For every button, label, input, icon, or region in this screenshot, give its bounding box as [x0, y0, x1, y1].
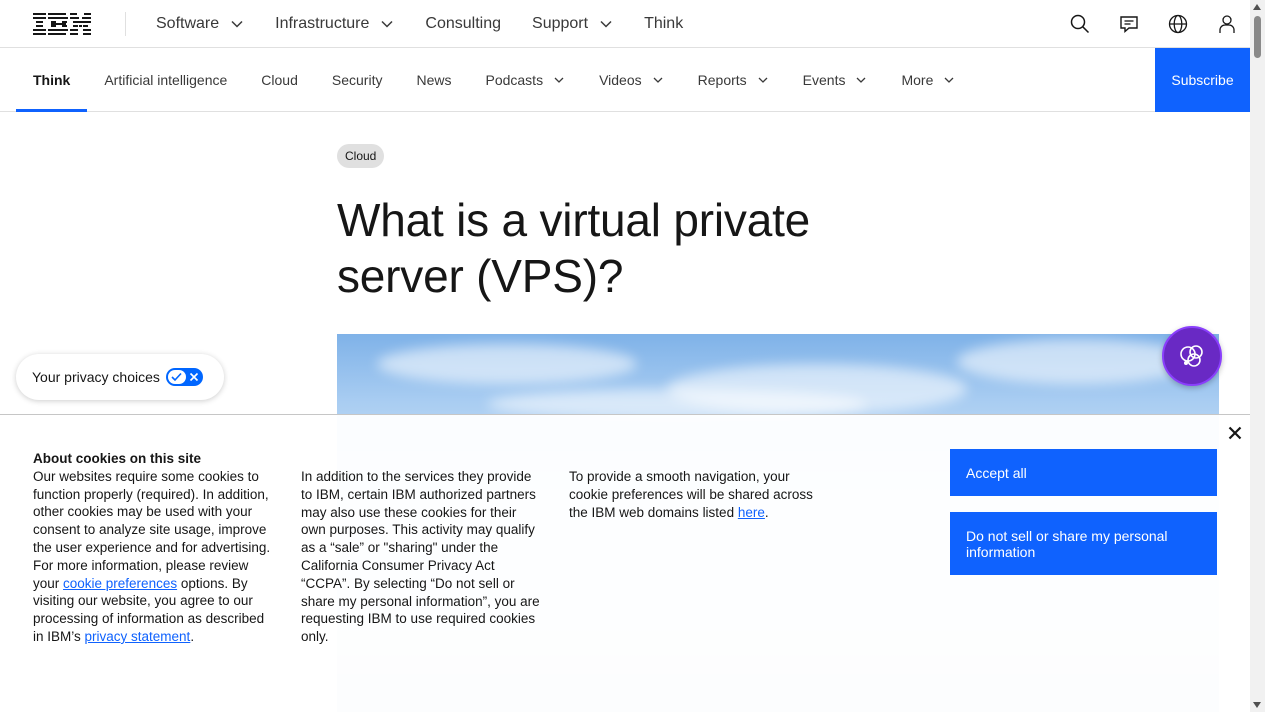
do-not-sell-button[interactable]: Do not sell or share my personal informa… — [950, 512, 1217, 575]
subnav-item-label: Videos — [599, 71, 642, 88]
ibm-logo[interactable] — [33, 13, 91, 35]
globe-icon[interactable] — [1166, 12, 1190, 36]
privacy-choices-button[interactable]: Your privacy choices — [16, 354, 224, 400]
subnav-item-security[interactable]: Security — [315, 48, 400, 111]
masthead-nav: Software Infrastructure Consulting Suppo… — [156, 0, 714, 48]
cookie-preferences-link[interactable]: cookie preferences — [63, 576, 177, 591]
nav-item-software[interactable]: Software — [156, 15, 244, 33]
subnav-item-label: Artificial intelligence — [104, 71, 228, 88]
subnav-item-reports[interactable]: Reports — [681, 48, 786, 111]
masthead: Software Infrastructure Consulting Suppo… — [0, 0, 1250, 48]
hero-cloud — [377, 344, 637, 384]
chevron-down-icon — [758, 77, 768, 83]
nav-item-support[interactable]: Support — [532, 15, 613, 33]
accept-all-button[interactable]: Accept all — [950, 449, 1217, 496]
privacy-toggle-icon — [165, 368, 203, 386]
close-icon[interactable] — [1225, 423, 1245, 443]
subnav-item-label: Events — [802, 71, 846, 88]
category-tag[interactable]: Cloud — [337, 144, 385, 168]
assistant-icon — [1180, 345, 1203, 367]
chevron-down-icon — [600, 20, 612, 28]
chevron-down-icon — [381, 20, 393, 28]
cookie-text-column-2: In addition to the services they provide… — [301, 468, 541, 646]
cookie-heading: About cookies on this site — [33, 451, 202, 466]
subnav-item-label: More — [901, 71, 934, 88]
domains-here-link[interactable]: here — [738, 505, 765, 520]
subnav-item-more[interactable]: More — [884, 48, 972, 111]
subnav-item-label: News — [416, 71, 452, 88]
hero-cloud — [957, 339, 1197, 384]
privacy-statement-link[interactable]: privacy statement — [85, 629, 191, 644]
scrollbar[interactable] — [1250, 0, 1265, 712]
scroll-down-arrow-icon[interactable] — [1253, 702, 1261, 708]
x-icon — [189, 372, 198, 382]
subscribe-button[interactable]: Subscribe — [1155, 48, 1250, 112]
nav-item-think[interactable]: Think — [644, 15, 683, 33]
user-icon[interactable] — [1215, 12, 1239, 36]
chevron-down-icon — [554, 77, 564, 83]
cookie-text: To provide a smooth navigation, your coo… — [569, 469, 813, 520]
chevron-down-icon — [231, 20, 243, 28]
cookie-text: Our websites require some cookies to fun… — [33, 468, 271, 591]
cookie-text: In addition to the services they provide… — [301, 469, 540, 645]
chevron-down-icon — [944, 77, 954, 83]
masthead-divider — [125, 12, 126, 36]
subnav-item-label: Think — [33, 71, 71, 88]
masthead-icons — [1068, 12, 1264, 36]
secondary-nav-items: Think Artificial intelligence Cloud Secu… — [16, 48, 972, 112]
nav-item-label: Consulting — [425, 15, 502, 32]
nav-item-consulting[interactable]: Consulting — [425, 15, 501, 33]
subnav-item-think[interactable]: Think — [16, 48, 88, 112]
nav-item-infrastructure[interactable]: Infrastructure — [275, 15, 394, 33]
privacy-choices-label: Your privacy choices — [32, 369, 160, 385]
subnav-item-label: Cloud — [261, 71, 298, 88]
subnav-item-label: Reports — [697, 71, 747, 88]
cookie-text: . — [190, 628, 195, 644]
scroll-up-arrow-icon[interactable] — [1253, 4, 1261, 10]
scroll-thumb[interactable] — [1254, 16, 1261, 58]
chevron-down-icon — [653, 77, 663, 83]
cookie-banner: About cookies on this site Our websites … — [0, 414, 1250, 712]
nav-item-label: Support — [532, 15, 589, 32]
subnav-item-news[interactable]: News — [399, 48, 468, 111]
search-icon[interactable] — [1068, 12, 1092, 36]
nav-item-label: Software — [156, 15, 220, 32]
subnav-item-label: Podcasts — [485, 71, 544, 88]
cookie-text-column-3: To provide a smooth navigation, your coo… — [569, 468, 819, 521]
subnav-item-podcasts[interactable]: Podcasts — [468, 48, 582, 111]
subnav-item-events[interactable]: Events — [786, 48, 885, 111]
title-line-2: server (VPS)? — [337, 250, 624, 302]
subnav-item-cloud[interactable]: Cloud — [244, 48, 315, 111]
chevron-down-icon — [857, 77, 866, 83]
subnav-item-videos[interactable]: Videos — [582, 48, 681, 111]
cookie-text-column-1: About cookies on this site Our websites … — [33, 450, 273, 646]
nav-item-label: Think — [644, 15, 684, 32]
page-title: What is a virtual private server (VPS)? — [337, 192, 897, 304]
check-icon — [171, 372, 182, 382]
nav-item-label: Infrastructure — [275, 15, 370, 32]
chat-icon[interactable] — [1117, 12, 1141, 36]
subnav-item-label: Security — [331, 71, 383, 88]
title-line-1: What is a virtual private — [337, 194, 811, 246]
chat-assistant-button[interactable] — [1162, 326, 1222, 386]
subnav-item-artificial-intelligence[interactable]: Artificial intelligence — [87, 48, 244, 111]
secondary-nav: Think Artificial intelligence Cloud Secu… — [0, 48, 1250, 112]
cookie-text: . — [764, 504, 769, 520]
